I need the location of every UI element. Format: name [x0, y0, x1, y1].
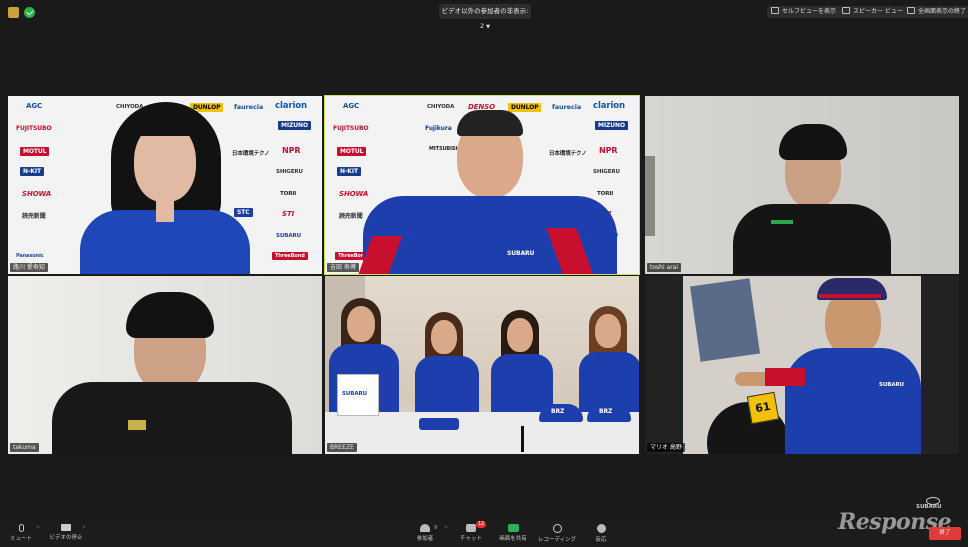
- video-tile-3[interactable]: toshi arai: [645, 96, 959, 274]
- speaker-view-button[interactable]: スピーカー ビュー: [838, 6, 907, 18]
- end-meeting-button[interactable]: 終了: [929, 527, 961, 540]
- mute-label: ミュート: [9, 536, 32, 542]
- self-view-button[interactable]: セルフビューを表示: [767, 6, 841, 18]
- self-view-label: セルフビューを表示: [782, 8, 837, 15]
- sponsor-logo: clarion: [593, 101, 625, 111]
- sponsor-logo: 読売新聞: [339, 213, 363, 220]
- sponsor-logo: SHIGERU: [593, 169, 620, 175]
- encryption-check-icon[interactable]: [24, 7, 35, 18]
- sponsor-logo: TORII: [597, 191, 614, 197]
- record-label: レコーディング: [537, 537, 577, 543]
- sponsor-logo: DUNLOP: [508, 103, 542, 112]
- sponsor-logo: faurecia: [234, 103, 264, 111]
- participants-options-chevron-icon[interactable]: ^: [444, 526, 448, 532]
- reactions-icon: [596, 524, 606, 533]
- sponsor-logo: SHOWA: [22, 190, 52, 198]
- audio-options-chevron-icon[interactable]: ^: [36, 526, 40, 532]
- sponsor-logo: SUBARU: [276, 233, 301, 239]
- chat-unread-badge: 12: [476, 521, 487, 528]
- sponsor-logo: CHIYODA: [427, 104, 455, 110]
- speaker-view-icon: [842, 7, 850, 14]
- video-tile-5[interactable]: SUBARU BRZ BRZ BREEZE: [325, 276, 639, 454]
- video-tile-1[interactable]: AGC CHIYODA DUNLOP faurecia clarion FUJI…: [8, 96, 322, 274]
- sponsor-logo: TORII: [280, 191, 297, 197]
- meeting-toolbar: ミュート ^ ビデオの停止 ^ 参加者 9 ^ チャット 12 画面を共有 レコ…: [0, 519, 968, 547]
- sponsor-logo: STC: [234, 208, 253, 217]
- sponsor-logo: clarion: [275, 101, 307, 111]
- video-options-chevron-icon[interactable]: ^: [82, 526, 86, 532]
- sponsor-logo: N-KIT: [337, 167, 361, 176]
- sponsor-logo: 日本環境テクノ: [549, 151, 587, 157]
- participant-name: 吉田 寿博: [327, 263, 359, 272]
- sponsor-logo: STI: [282, 210, 295, 218]
- reactions-label: 反応: [595, 537, 607, 543]
- record-button[interactable]: レコーディング: [536, 519, 578, 543]
- self-view-icon: [771, 7, 779, 14]
- participant-name: toshi arai: [647, 263, 682, 272]
- share-screen-button[interactable]: 画面を共有: [496, 519, 530, 542]
- hide-non-video-dropdown[interactable]: ビデオ以外の参加者の非表示: 2 ▼: [439, 4, 531, 30]
- shirt-logo: SUBARU: [879, 382, 904, 388]
- cap-text: BRZ: [551, 408, 565, 415]
- sponsor-logo: SHIGERU: [276, 169, 303, 175]
- sponsor-logo: FUJITSUBO: [333, 125, 369, 132]
- fullscreen-icon: [907, 7, 915, 14]
- record-icon: [552, 524, 562, 533]
- video-camera-icon: [61, 524, 71, 531]
- sponsor-logo: ThreeBond: [272, 252, 308, 260]
- sponsor-logo: AGC: [343, 102, 360, 110]
- sign-text: SUBARU: [342, 391, 367, 397]
- sponsor-logo: NPR: [599, 146, 618, 155]
- sponsor-logo: FUJITSUBO: [16, 125, 52, 132]
- chevron-down-icon: ▼: [486, 24, 490, 30]
- chat-icon: [466, 524, 476, 532]
- meeting-top-bar: ビデオ以外の参加者の非表示: 2 ▼ セルフビューを表示 スピーカー ビュー 全画…: [0, 0, 968, 30]
- participants-icon: [420, 524, 430, 532]
- video-tile-2[interactable]: AGC CHIYODA DENSO DUNLOP faurecia clario…: [324, 95, 640, 275]
- meeting-info-shield-icon[interactable]: [8, 7, 19, 18]
- sponsor-logo: MIZUNO: [595, 121, 628, 130]
- sponsor-logo: NPR: [282, 146, 301, 155]
- participant-name: マリオ 高野: [647, 443, 685, 452]
- chat-label: チャット: [460, 536, 482, 542]
- participants-count: 9: [434, 525, 438, 531]
- participant-name: 路川 愛寿知: [10, 263, 48, 272]
- participant-name: takuma: [10, 443, 39, 452]
- sponsor-logo: 読売新聞: [22, 213, 46, 220]
- sponsor-logo: SHOWA: [339, 190, 369, 198]
- stop-video-button[interactable]: ビデオの停止: [46, 519, 86, 541]
- car-number-plate: 61: [746, 391, 780, 425]
- hide-non-video-label: ビデオ以外の参加者の非表示: 2: [441, 7, 529, 30]
- speaker-view-label: スピーカー ビュー: [853, 8, 903, 15]
- sponsor-logo: Fujikura: [425, 125, 452, 132]
- stop-video-label: ビデオの停止: [49, 535, 83, 541]
- subaru-sign: SUBARU: [337, 374, 379, 416]
- sponsor-logo: MOTUL: [337, 147, 367, 156]
- participants-label: 参加者: [416, 536, 434, 542]
- mute-button[interactable]: ミュート: [6, 519, 36, 542]
- sponsor-logo: MIZUNO: [278, 121, 311, 130]
- cap-text: BRZ: [599, 408, 613, 415]
- share-screen-label: 画面を共有: [499, 536, 527, 542]
- sponsor-logo: Panasonic: [16, 253, 44, 259]
- reactions-button[interactable]: 反応: [590, 519, 612, 543]
- share-screen-icon: [507, 524, 519, 532]
- participant-name: BREEZE: [327, 443, 357, 452]
- jacket-logo: SUBARU: [507, 250, 535, 257]
- video-tile-4[interactable]: takuma: [8, 276, 322, 454]
- sponsor-logo: 日本環境テクノ: [232, 151, 270, 157]
- sponsor-logo: AGC: [26, 102, 43, 110]
- exit-fullscreen-button[interactable]: 全画面表示の終了: [903, 6, 968, 18]
- sponsor-logo: MOTUL: [20, 147, 50, 156]
- sponsor-logo: faurecia: [552, 103, 582, 111]
- video-tile-6[interactable]: 61 SUBARU マリオ 高野: [645, 276, 959, 454]
- exit-fullscreen-label: 全画面表示の終了: [918, 8, 967, 15]
- microphone-icon: [18, 524, 24, 532]
- sponsor-logo: N-KIT: [20, 167, 44, 176]
